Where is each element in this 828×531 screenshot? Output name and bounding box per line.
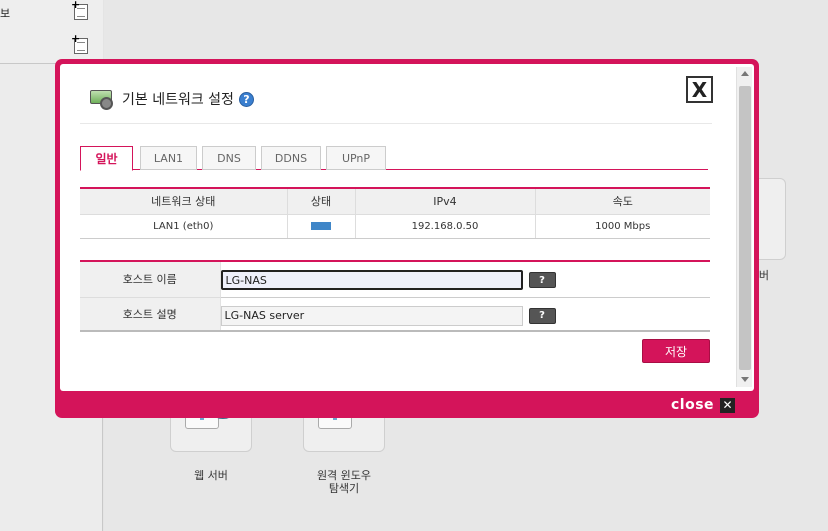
scroll-down-icon[interactable] [741,377,749,382]
form-row-hostname: 호스트 이름 ? [80,261,710,298]
help-icon[interactable]: ? [238,91,254,107]
network-settings-icon [90,88,116,110]
status-indicator [311,221,331,230]
interface-name: LAN1 (eth0) [80,214,288,239]
footer-close-button[interactable]: close ✕ [671,396,736,414]
tab-upnp[interactable]: UPnP [326,146,386,170]
speed-value: 1000 Mbps [535,214,710,239]
vertical-scrollbar[interactable] [736,67,752,387]
column-header: 속도 [535,188,710,215]
save-button[interactable]: 저장 [642,339,710,363]
tab-general[interactable]: 일반 [80,146,133,171]
tab-bar: 일반 LAN1 DNS DDNS UPnP [80,146,708,171]
close-label: close [671,397,715,413]
hostname-input[interactable] [220,270,523,290]
dialog-header: 기본 네트워크 설정 ? [90,87,254,111]
dialog-title: 기본 네트워크 설정 [122,92,234,108]
network-settings-dialog: 기본 네트워크 설정 ? X 일반 LAN1 DNS DDNS UPnP 네트워… [55,59,759,418]
host-settings-form: 호스트 이름 ? 호스트 설명 ? [80,260,710,332]
column-header: 네트워크 상태 [80,188,288,215]
description-help-button[interactable]: ? [528,307,556,324]
app-caption: 웹 서버 [194,469,228,482]
scroll-up-icon[interactable] [741,71,749,76]
network-status-table: 네트워크 상태 상태 IPv4 속도 LAN1 (eth0) 192.168.0… [80,187,710,239]
description-label: 호스트 설명 [80,297,221,332]
app-caption: 원격 윈도우 탐색기 [316,469,372,495]
add-document-icon[interactable] [71,32,88,54]
close-icon[interactable]: X [686,76,713,103]
column-header: IPv4 [355,188,536,215]
close-icon: ✕ [720,397,736,413]
header-divider [80,123,712,124]
table-row: LAN1 (eth0) 192.168.0.50 1000 Mbps [80,214,710,239]
sidebar-item-label: 보 [0,7,11,20]
ipv4-value: 192.168.0.50 [355,214,536,239]
scroll-thumb[interactable] [739,86,751,370]
status-cell [287,214,356,239]
table-header-row: 네트워크 상태 상태 IPv4 속도 [80,188,710,215]
form-row-description: 호스트 설명 ? [80,297,710,332]
hostname-label: 호스트 이름 [80,261,221,298]
tab-dns[interactable]: DNS [202,146,256,170]
dialog-content: 기본 네트워크 설정 ? X 일반 LAN1 DNS DDNS UPnP 네트워… [60,64,754,391]
column-header: 상태 [287,188,356,215]
tab-lan1[interactable]: LAN1 [140,146,197,170]
description-input[interactable] [220,305,523,326]
sidebar-item[interactable]: 보 [0,0,103,34]
tab-ddns[interactable]: DDNS [261,146,321,170]
add-document-icon[interactable] [71,0,88,20]
hostname-help-button[interactable]: ? [528,272,556,288]
